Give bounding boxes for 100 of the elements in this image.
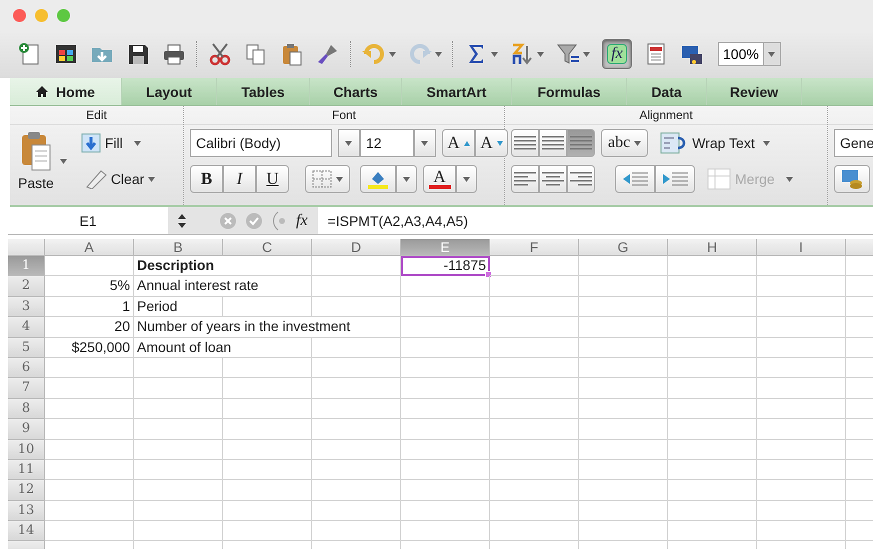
ribbon-tab[interactable]: Layout	[122, 78, 217, 105]
indent-icon	[662, 171, 688, 187]
caret-icon	[148, 176, 156, 182]
parenthesis-icon[interactable]	[272, 210, 286, 230]
conditional-format-button[interactable]	[834, 165, 870, 193]
align-left-button[interactable]	[511, 165, 539, 193]
right-lines-icon	[570, 172, 592, 186]
ribbon-tab[interactable]: Home	[10, 78, 122, 105]
caret-icon	[463, 176, 470, 182]
middle-align-button[interactable]	[539, 129, 567, 157]
font-name-field[interactable]: Calibri (Body)	[190, 129, 332, 157]
ribbon-tab[interactable]: SmartArt	[402, 78, 512, 105]
table-cell: 5%	[45, 276, 134, 297]
formula-button[interactable]: fx	[602, 39, 632, 69]
shrink-font-button[interactable]: A	[475, 129, 508, 157]
undo-icon	[362, 42, 386, 66]
caret-icon	[389, 52, 396, 56]
up-triangle-icon	[464, 140, 470, 146]
column-header[interactable]: A	[45, 239, 134, 256]
size-dropdown[interactable]	[414, 129, 436, 157]
top-lines-icon	[514, 136, 536, 150]
formula-field[interactable]: =ISPMT(A2,A3,A4,A5)	[318, 212, 468, 228]
column-header[interactable]: I	[757, 239, 846, 256]
save-icon	[126, 42, 150, 66]
row-header[interactable]: 13	[8, 500, 45, 522]
fill-button[interactable]: Fill	[74, 129, 162, 157]
ribbon-tab[interactable]: Review	[707, 78, 802, 105]
fill-color-dropdown[interactable]	[396, 165, 417, 193]
orientation-button[interactable]: abc	[601, 129, 648, 157]
caret-icon	[634, 140, 642, 146]
bold-button[interactable]: B	[190, 165, 223, 193]
align-center-button[interactable]	[539, 165, 567, 193]
stepper-icon[interactable]	[178, 214, 186, 228]
decrease-indent-button[interactable]	[615, 165, 655, 193]
group-title: Alignment	[505, 106, 827, 125]
table-cell: -11875	[401, 256, 490, 276]
merge-icon	[707, 168, 731, 190]
insert-function-button[interactable]: fx	[296, 212, 308, 230]
middle-lines-icon	[542, 136, 564, 150]
row-header[interactable]: 14	[8, 521, 45, 542]
ribbon-tab[interactable]: Formulas	[512, 78, 627, 105]
column-header[interactable]: C	[223, 239, 312, 256]
column-header[interactable]: H	[668, 239, 757, 256]
row-header[interactable]: 11	[8, 460, 45, 480]
row-header[interactable]: 5	[8, 338, 45, 358]
paste-button[interactable]: Paste	[18, 131, 54, 191]
row-header[interactable]: 12	[8, 480, 45, 501]
font-color-button[interactable]: A	[423, 165, 456, 193]
row-header[interactable]: 2	[8, 276, 45, 297]
caret-icon	[435, 52, 442, 56]
font-size-field[interactable]: 12	[360, 129, 414, 157]
caret-icon	[583, 52, 590, 56]
fill-color-button[interactable]	[360, 165, 396, 193]
increase-indent-button[interactable]	[655, 165, 695, 193]
print-icon	[162, 42, 186, 66]
center-lines-icon	[542, 172, 564, 186]
zoom-field[interactable]: 100%	[718, 42, 781, 66]
clear-button[interactable]: Clear	[74, 165, 162, 193]
left-lines-icon	[514, 172, 536, 186]
row-header[interactable]: 7	[8, 378, 45, 399]
close-button[interactable]	[13, 8, 26, 22]
row-header[interactable]: 6	[8, 358, 45, 378]
caret-icon	[336, 176, 343, 182]
ribbon-tab[interactable]: Data	[627, 78, 707, 105]
color-bar-icon	[428, 185, 450, 189]
table-cell: $250,000	[45, 338, 134, 358]
grow-font-button[interactable]: A	[442, 129, 475, 157]
bottom-lines-icon	[570, 136, 592, 150]
column-header[interactable]: D	[312, 239, 401, 256]
caret-icon	[345, 140, 352, 146]
italic-button[interactable]: I	[223, 165, 256, 193]
row-header[interactable]: 9	[8, 419, 45, 440]
table-cell: 20	[45, 317, 134, 338]
top-align-button[interactable]	[511, 129, 539, 157]
name-box[interactable]: E1	[8, 212, 168, 228]
down-triangle-icon	[496, 140, 503, 146]
ribbon-tab[interactable]: Charts	[310, 78, 402, 105]
table-cell: 1	[45, 296, 134, 318]
underline-button[interactable]: U	[256, 165, 289, 193]
column-header[interactable]: G	[579, 239, 668, 256]
caret-icon	[60, 158, 67, 164]
row-header[interactable]: 8	[8, 398, 45, 420]
table-cell: Amount of loan	[134, 338, 312, 358]
font-color-dropdown[interactable]	[456, 165, 477, 193]
column-header[interactable]: F	[490, 239, 579, 256]
row-header[interactable]: 3	[8, 296, 45, 318]
wrap-text-button[interactable]: Wrap Text	[654, 129, 776, 157]
ribbon-tab[interactable]: Tables	[217, 78, 310, 105]
align-right-button[interactable]	[567, 165, 595, 193]
row-header[interactable]: 4	[8, 317, 45, 338]
group-title: Font	[184, 106, 504, 125]
group-title: Edit	[10, 106, 183, 125]
coins-icon	[841, 169, 863, 189]
font-dropdown[interactable]	[338, 129, 360, 157]
caret-icon	[134, 140, 142, 146]
filter-icon	[556, 42, 580, 66]
column-header[interactable]: B	[134, 239, 223, 256]
caret-icon	[768, 52, 776, 56]
row-header[interactable]: 10	[8, 440, 45, 460]
borders-button[interactable]	[305, 165, 350, 193]
